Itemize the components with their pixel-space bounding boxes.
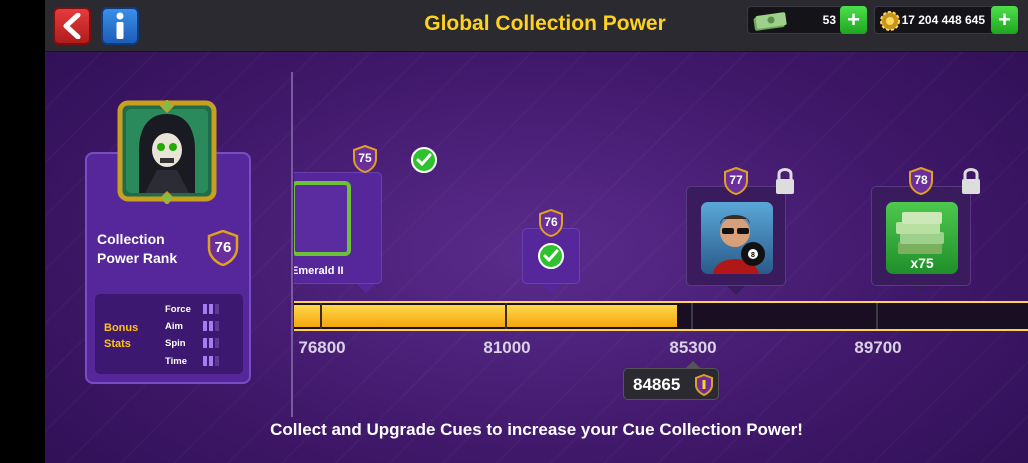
- milestone-76-pointer: [542, 284, 560, 293]
- milestone-78-reward-amount: x75: [910, 255, 934, 271]
- bonus-label-line1: Bonus: [104, 322, 139, 334]
- milestone-75-reward: Emerald II: [294, 265, 344, 277]
- current-power-box: 84865: [623, 368, 719, 400]
- milestone-77-level: 77: [723, 166, 749, 196]
- progress-section: Emerald II 75 76 8 77 x75 78 76800 81000…: [294, 72, 1028, 417]
- rank-label-line2: Power Rank: [97, 250, 178, 266]
- milestone-75-card[interactable]: Emerald II: [294, 172, 382, 284]
- stat-spin-pips: [203, 338, 219, 348]
- rank-label-line1: Collection: [97, 231, 165, 247]
- add-coins-button[interactable]: +: [991, 6, 1018, 34]
- player-avatar-reward: 8: [701, 202, 773, 274]
- milestone-label-85300: 85300: [669, 338, 717, 357]
- info-button[interactable]: [101, 7, 139, 45]
- page-title: Global Collection Power: [424, 12, 666, 35]
- progress-fill: [294, 305, 677, 327]
- stat-spin: Spin: [165, 338, 186, 349]
- info-icon: [116, 12, 124, 39]
- coin-value: 17 204 448 645: [901, 13, 985, 27]
- cash-balance: 53 +: [747, 6, 867, 34]
- stat-aim-pips: [203, 321, 219, 331]
- avatar: [117, 98, 217, 206]
- milestone-76-level: 76: [538, 208, 564, 238]
- rank-value: 76: [214, 239, 232, 256]
- bonus-stats-box: Bonus Stats Force Aim Spin Time: [95, 294, 243, 374]
- emerald-frame-icon: [294, 181, 351, 256]
- milestone-75-check-icon: [411, 147, 437, 173]
- rank-shield: 76: [207, 229, 239, 271]
- milestone-75-pointer: [357, 284, 375, 293]
- stat-aim: Aim: [165, 321, 183, 332]
- milestone-75-level-text: 75: [358, 151, 372, 165]
- stat-time-pips: [203, 356, 219, 366]
- milestone-78-card[interactable]: x75: [871, 186, 971, 286]
- coin-icon: [880, 11, 900, 31]
- add-cash-button[interactable]: +: [840, 6, 867, 34]
- current-power-value: 84865: [633, 375, 681, 394]
- cash-icon: [753, 12, 787, 31]
- tick-85300: [691, 303, 693, 329]
- milestone-76-check-icon: [538, 243, 564, 269]
- lock-icon: [776, 168, 794, 194]
- svg-text:8: 8: [751, 252, 755, 259]
- screen: Global Collection Power 53 + 17 204 448 …: [45, 0, 1028, 463]
- milestone-77-card[interactable]: 8: [686, 186, 786, 286]
- top-bar: Global Collection Power 53 + 17 204 448 …: [45, 0, 1028, 52]
- back-button[interactable]: [53, 7, 91, 45]
- milestone-78-pointer: [912, 286, 930, 295]
- milestone-78-level-text: 78: [914, 173, 928, 187]
- lock-icon: [962, 168, 980, 194]
- shield-icon: [695, 374, 713, 396]
- progress-bar: [294, 301, 1028, 331]
- footer-hint: Collect and Upgrade Cues to increase you…: [270, 420, 803, 439]
- coin-balance: 17 204 448 645 +: [874, 6, 1018, 34]
- rank-label: Collection Power Rank: [97, 230, 197, 268]
- tick-81000: [505, 303, 507, 329]
- milestone-77-pointer: [727, 286, 745, 295]
- milestone-label-89700: 89700: [854, 338, 902, 357]
- skull-reaper-avatar-icon: [117, 98, 217, 206]
- bonus-stats-label: Bonus Stats: [104, 320, 154, 352]
- cash-value: 53: [822, 13, 836, 27]
- tick-76800: [320, 303, 322, 329]
- chevron-left-icon: [63, 13, 81, 39]
- divider: [291, 72, 293, 417]
- milestone-label-81000: 81000: [483, 338, 531, 357]
- player-portrait-icon: 8: [713, 215, 765, 274]
- milestone-75-level: 75: [352, 144, 378, 174]
- cash-reward: x75: [886, 202, 958, 274]
- milestone-77-level-text: 77: [729, 173, 743, 187]
- stat-time: Time: [165, 356, 188, 367]
- milestone-label-76800: 76800: [298, 338, 346, 357]
- milestone-78-level: 78: [908, 166, 934, 196]
- stat-force-pips: [203, 304, 219, 314]
- tick-89700: [876, 303, 878, 329]
- milestone-76-level-text: 76: [544, 215, 558, 229]
- stat-force: Force: [165, 304, 191, 315]
- bonus-label-line2: Stats: [104, 338, 131, 350]
